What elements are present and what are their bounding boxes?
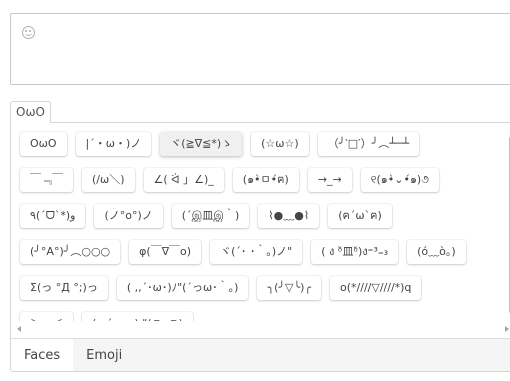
emoticon-row: ＞﹏＜ ( ๑´•ω•) "(ㆆᴗㆆ) xyxy=(20,312,505,321)
emoticon-item[interactable]: o(*////▽////*)q xyxy=(330,276,422,300)
emoticon-row: OωO |´・ω・)ノ ヾ(≧∇≦*)ゝ (☆ω☆) （╯‵□′）╯︵┴─┴ xyxy=(20,132,505,156)
emoticon-item[interactable]: ∠( ᐛ 」∠)_ xyxy=(143,168,224,192)
emoticon-item[interactable]: (ó﹏ò｡) xyxy=(407,240,466,264)
emoticon-list: OωO |´・ω・)ノ ヾ(≧∇≦*)ゝ (☆ω☆) （╯‵□′）╯︵┴─┴ ￣﹃￣ (/ω… xyxy=(11,123,505,321)
emoticon-item[interactable]: |´・ω・)ノ xyxy=(75,132,152,156)
emoticon-item[interactable]: ヾ(≧∇≦*)ゝ xyxy=(160,132,243,156)
emoticon-item[interactable]: （╯‵□′）╯︵┴─┴ xyxy=(317,132,420,156)
owo-panel: OωO |´・ω・)ノ ヾ(≧∇≦*)ゝ (☆ω☆) （╯‵□′）╯︵┴─┴ ￣﹃￣ (/ω… xyxy=(10,122,510,372)
emoticon-item[interactable]: ⌇●﹏●⌇ xyxy=(258,204,320,228)
emoticon-item[interactable]: (☆ω☆) xyxy=(251,132,309,156)
emoticon-item[interactable]: ╮(╯▽╰)╭ xyxy=(257,276,322,300)
smile-icon[interactable] xyxy=(22,26,35,39)
emoticon-item[interactable]: ୧(๑•̀⌄•́๑)૭ xyxy=(360,168,439,192)
emoticon-row: Σ(っ °Д °;)っ ( ,,´･ω･)ﾉ"(´っω･｀｡) ╮(╯▽╰)╭ o(*… xyxy=(20,276,505,300)
emoticon-row: ￣﹃￣ (/ω＼) ∠( ᐛ 」∠)_ (๑•̀ㅁ•́ฅ) →_→ ୧(๑•̀⌄•́๑)૭ xyxy=(20,168,505,192)
emoticon-item[interactable]: (╯°A°)╯︵○○○ xyxy=(20,240,121,264)
emoticon-item[interactable]: Σ(っ °Д °;)っ xyxy=(20,276,108,300)
comment-textarea[interactable] xyxy=(10,13,510,85)
emoticon-item[interactable]: OωO xyxy=(20,132,67,156)
emoticon-item[interactable]: →_→ xyxy=(307,168,352,192)
emoticon-item[interactable]: (´இ皿இ｀) xyxy=(171,204,250,228)
horizontal-scrollbar[interactable] xyxy=(11,321,510,336)
tab-emoji[interactable]: Emoji xyxy=(73,339,135,371)
emoticon-item[interactable]: (/ω＼) xyxy=(82,168,135,192)
emoticon-item[interactable]: ＞﹏＜ xyxy=(20,312,73,321)
emoticon-row: ٩(ˊᗜˋ*)و (ノ°ο°)ノ (´இ皿இ｀) ⌇●﹏●⌇ (ฅ´ω`ฅ) xyxy=(20,204,505,228)
emoticon-item[interactable]: (๑•̀ㅁ•́ฅ) xyxy=(232,168,299,192)
emoticon-item[interactable]: ٩(ˊᗜˋ*)و xyxy=(20,204,86,228)
emoticon-item[interactable]: ( ง ᵒ̌皿ᵒ̌)ง⁼³₌₃ xyxy=(311,240,399,264)
owo-toggle-tab[interactable]: OωO xyxy=(10,101,51,123)
emoticon-item[interactable]: (ฅ´ω`ฅ) xyxy=(328,204,392,228)
emoticon-item[interactable]: ( ,,´･ω･)ﾉ"(´っω･｀｡) xyxy=(116,276,249,300)
emoticon-item[interactable]: ￣﹃￣ xyxy=(20,168,73,192)
emoticon-item[interactable]: ( ๑´•ω•) "(ㆆᴗㆆ) xyxy=(82,312,193,321)
emoticon-item[interactable]: φ(￣∇￣o) xyxy=(129,240,202,264)
scroll-right-icon[interactable] xyxy=(505,326,509,332)
emoticon-row: (╯°A°)╯︵○○○ φ(￣∇￣o) ヾ(´･ ･｀｡)ノ" ( ง ᵒ̌皿ᵒ̌)ง… xyxy=(20,240,505,264)
scroll-left-icon[interactable] xyxy=(17,326,21,332)
tab-faces[interactable]: Faces xyxy=(11,339,74,371)
category-bar: Faces Emoji xyxy=(11,338,510,371)
emoticon-item[interactable]: ヾ(´･ ･｀｡)ノ" xyxy=(210,240,303,264)
emoticon-item[interactable]: (ノ°ο°)ノ xyxy=(94,204,163,228)
